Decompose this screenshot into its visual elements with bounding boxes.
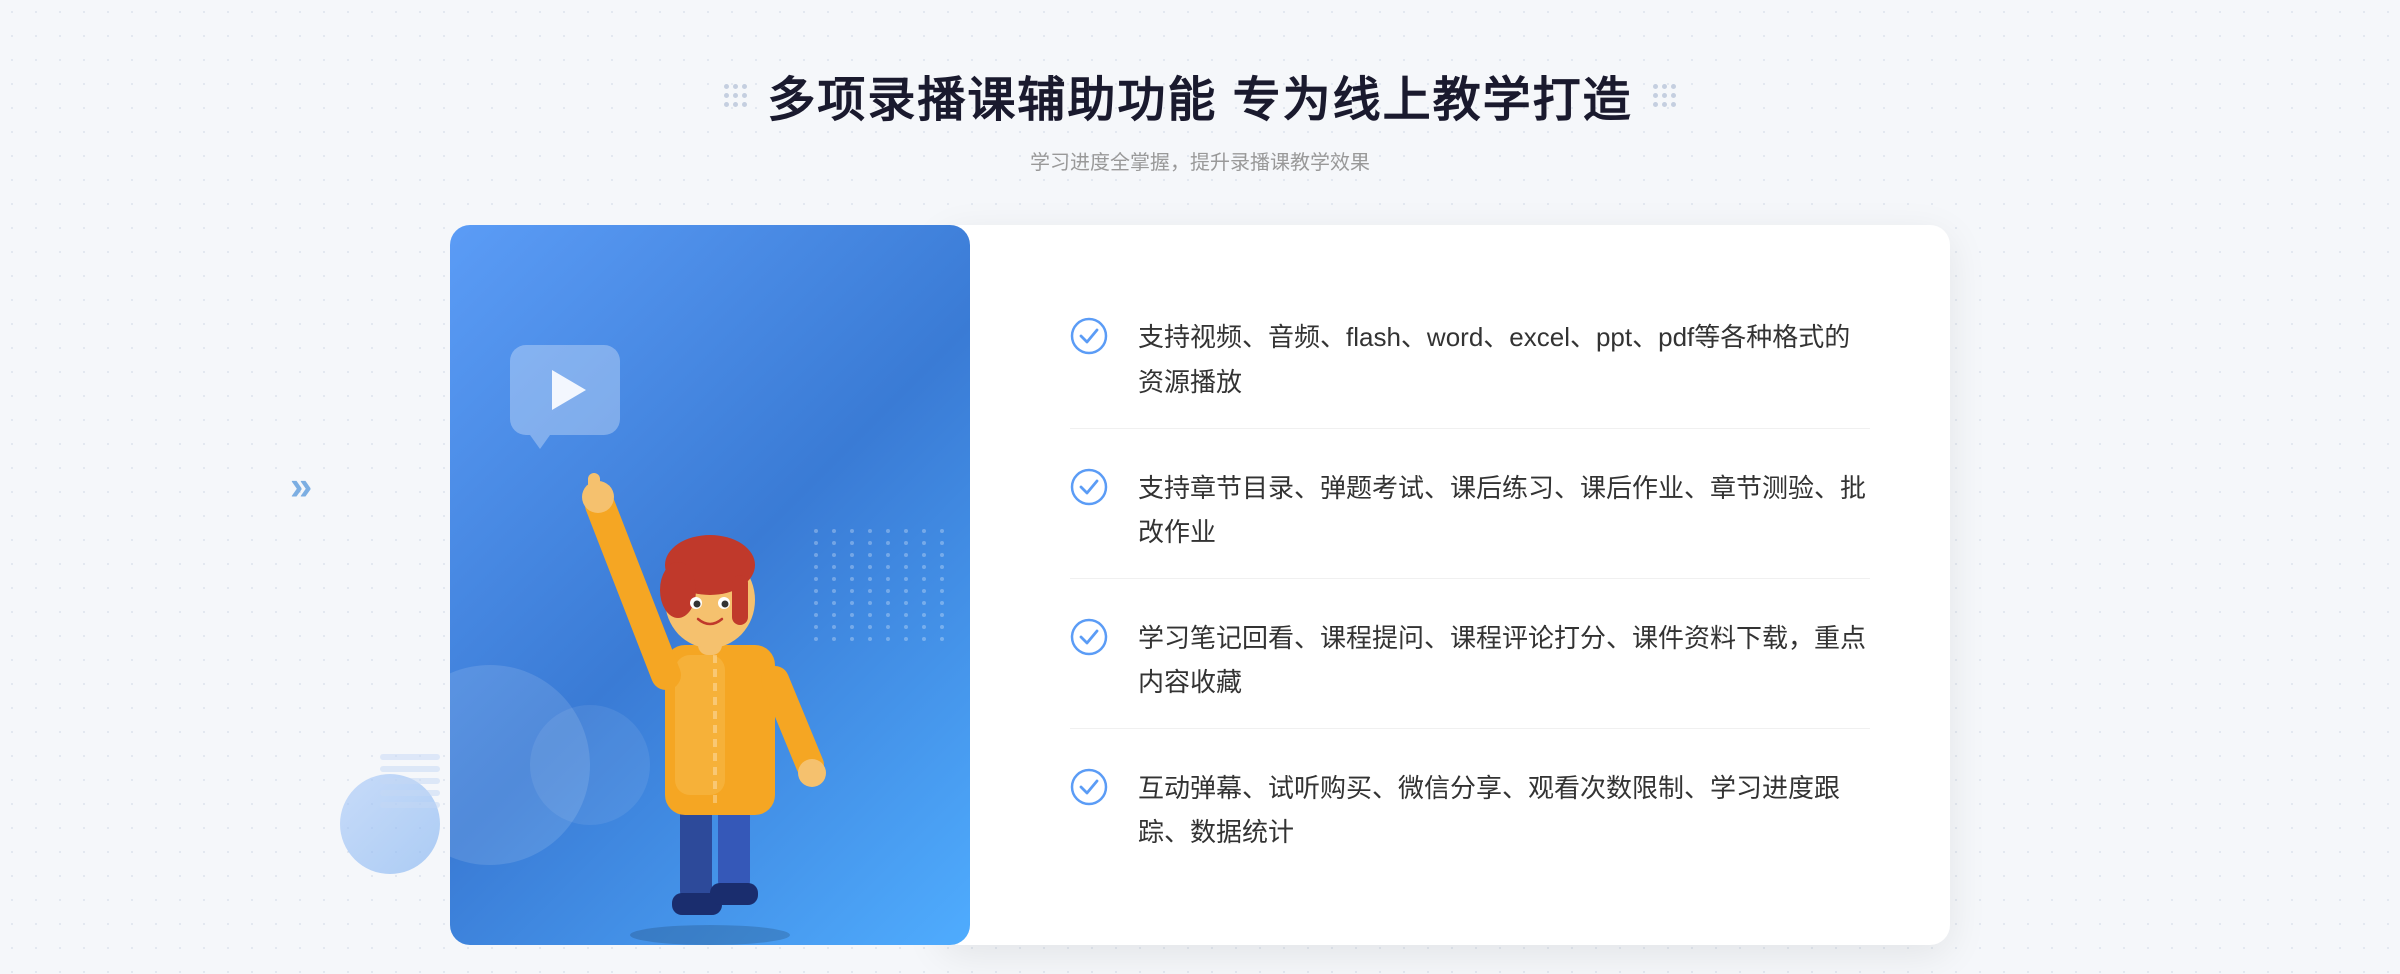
left-dots-decoration	[724, 84, 747, 107]
character-illustration	[570, 425, 850, 945]
check-icon-2	[1070, 468, 1108, 506]
feature-text-1: 支持视频、音频、flash、word、excel、ppt、pdf等各种格式的资源…	[1138, 315, 1870, 403]
check-icon-1	[1070, 317, 1108, 355]
page-wrapper: 多项录播课辅助功能 专为线上教学打造 学习进度全掌握，提升录播课教学效果 »	[0, 0, 2400, 974]
feature-text-3: 学习笔记回看、课程提问、课程评论打分、课件资料下载，重点内容收藏	[1138, 616, 1870, 704]
illustration-card: // generate 80 dots for(let i=0; i<80; i…	[450, 225, 970, 945]
feature-item-3: 学习笔记回看、课程提问、课程评论打分、课件资料下载，重点内容收藏	[1070, 592, 1870, 729]
right-dots-decoration	[1653, 84, 1676, 107]
feature-item-4: 互动弹幕、试听购买、微信分享、观看次数限制、学习进度跟踪、数据统计	[1070, 742, 1870, 878]
left-stripes-decoration	[380, 754, 440, 814]
feature-text-4: 互动弹幕、试听购买、微信分享、观看次数限制、学习进度跟踪、数据统计	[1138, 766, 1870, 854]
header-section: 多项录播课辅助功能 专为线上教学打造 学习进度全掌握，提升录播课教学效果	[0, 0, 2400, 175]
title-row: 多项录播课辅助功能 专为线上教学打造	[724, 60, 1675, 130]
feature-item-1: 支持视频、音频、flash、word、excel、ppt、pdf等各种格式的资源…	[1070, 291, 1870, 428]
subtitle: 学习进度全掌握，提升录播课教学效果	[1030, 146, 1370, 175]
feature-item-2: 支持章节目录、弹题考试、课后练习、课后作业、章节测验、批改作业	[1070, 442, 1870, 579]
feature-text-2: 支持章节目录、弹题考试、课后练习、课后作业、章节测验、批改作业	[1138, 466, 1870, 554]
play-bubble	[510, 345, 620, 435]
content-area: // generate 80 dots for(let i=0; i<80; i…	[450, 225, 1950, 945]
check-icon-3	[1070, 618, 1108, 656]
main-title: 多项录播课辅助功能 专为线上教学打造	[767, 60, 1632, 130]
left-chevron-decoration: »	[290, 465, 312, 510]
check-icon-4	[1070, 768, 1108, 806]
play-triangle-icon	[552, 370, 586, 410]
features-card: 支持视频、音频、flash、word、excel、ppt、pdf等各种格式的资源…	[940, 225, 1950, 945]
